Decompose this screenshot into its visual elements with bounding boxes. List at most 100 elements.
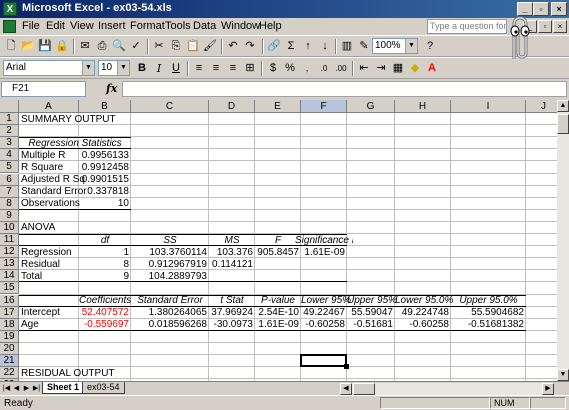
chevron-down-icon[interactable]: ▼ [82, 61, 94, 75]
cell-a13[interactable]: Residual [21, 259, 60, 271]
insert-function-icon[interactable]: fx [106, 82, 117, 95]
chevron-down-icon[interactable]: ▼ [405, 39, 417, 53]
decrease-indent-icon[interactable]: ⇤ [356, 61, 372, 76]
cell-f12[interactable]: 1.61E-09 [303, 247, 345, 259]
menu-data[interactable]: Data [193, 20, 216, 32]
font-color-icon[interactable]: A [424, 61, 440, 76]
scroll-left-icon[interactable]: ◀ [340, 383, 352, 395]
new-icon[interactable]: 🗋 [3, 39, 19, 54]
underline-icon[interactable]: U [168, 61, 184, 76]
autosum-icon[interactable]: Σ [283, 39, 299, 54]
menu-file[interactable]: File [22, 20, 40, 32]
cell-b17[interactable]: 52.407572 [81, 307, 129, 319]
print-preview-icon[interactable]: 🔍 [111, 39, 127, 54]
save-icon[interactable]: 💾 [37, 39, 53, 54]
cell-b5[interactable]: 0.9912458 [81, 162, 129, 174]
sort-desc-icon[interactable]: ↓ [317, 39, 333, 54]
cell-a17[interactable]: Intercept [21, 307, 60, 319]
cell-e12[interactable]: 905.8457 [257, 247, 299, 259]
bold-icon[interactable]: B [134, 61, 150, 76]
row-header-10[interactable]: 10 [0, 221, 19, 234]
ask-question-input[interactable]: Type a question for help [427, 19, 507, 34]
column-header-c[interactable]: C [131, 100, 209, 113]
menu-format[interactable]: Format [130, 20, 165, 32]
cell-h17[interactable]: 49.224748 [397, 307, 449, 319]
drawing-icon[interactable]: ✎ [356, 39, 372, 54]
cell-a22[interactable]: RESIDUAL OUTPUT [21, 368, 115, 380]
row-header-7[interactable]: 7 [0, 185, 19, 198]
column-header-e[interactable]: E [255, 100, 301, 113]
row-header-1[interactable]: 1 [0, 113, 19, 126]
row-header-13[interactable]: 13 [0, 258, 19, 271]
column-header-f[interactable]: F [301, 100, 347, 113]
workbook-icon[interactable] [3, 20, 16, 33]
align-right-icon[interactable]: ≡ [225, 61, 241, 76]
horizontal-scrollbar[interactable]: ◀ ▶ [340, 383, 554, 395]
cell-b4[interactable]: 0.9956133 [81, 150, 129, 162]
menu-window[interactable]: Window [221, 20, 260, 32]
tab-ex03-54[interactable]: ex03-54 [82, 382, 125, 394]
fill-handle[interactable] [344, 364, 349, 370]
increase-decimal-icon[interactable]: .0 [316, 61, 332, 76]
row-header-21[interactable]: 21 [0, 355, 19, 368]
hyperlink-icon[interactable]: 🔗 [266, 39, 282, 54]
doc-restore-button[interactable]: ▫ [538, 20, 552, 33]
chevron-down-icon[interactable]: ▼ [117, 61, 129, 75]
increase-indent-icon[interactable]: ⇥ [373, 61, 389, 76]
minimize-button[interactable]: _ [517, 2, 533, 16]
cell-b13[interactable]: 8 [81, 259, 129, 271]
cell-a1[interactable]: SUMMARY OUTPUT [21, 114, 116, 126]
row-header-19[interactable]: 19 [0, 330, 19, 343]
worksheet-grid[interactable]: ABCDEFGHIJ 1 2 3 4 5 6 7 8 9 10 11 12 13 14 15 16 17 18 19… [0, 100, 557, 381]
active-cell-cursor[interactable] [300, 354, 347, 368]
column-header-g[interactable]: G [347, 100, 395, 113]
cell-b6[interactable]: 0.9901515 [81, 174, 129, 186]
row-header-18[interactable]: 18 [0, 318, 19, 331]
row-header-11[interactable]: 11 [0, 234, 19, 247]
row-header-2[interactable]: 2 [0, 125, 19, 138]
first-sheet-icon[interactable]: |◀ [2, 383, 11, 394]
comma-icon[interactable]: , [299, 61, 315, 76]
prev-sheet-icon[interactable]: ◀ [12, 383, 21, 394]
cut-icon[interactable]: ✂ [151, 39, 167, 54]
row-header-4[interactable]: 4 [0, 149, 19, 162]
column-header-i[interactable]: I [451, 100, 526, 113]
cell-g17[interactable]: 55.59047 [349, 307, 393, 319]
select-all-corner[interactable] [0, 100, 19, 113]
row-header-9[interactable]: 9 [0, 209, 19, 222]
zoom-select[interactable]: 100% ▼ [372, 38, 418, 54]
cell-d13[interactable]: 0.114121 [211, 259, 253, 271]
name-box[interactable]: F21 [1, 81, 86, 97]
menu-view[interactable]: View [70, 20, 94, 32]
font-size-select[interactable]: 10 ▼ [98, 60, 130, 76]
scroll-down-icon[interactable]: ▼ [557, 369, 569, 381]
scroll-up-icon[interactable]: ▲ [557, 100, 569, 112]
redo-icon[interactable]: ↷ [242, 39, 258, 54]
italic-icon[interactable]: I [151, 61, 167, 76]
column-header-h[interactable]: H [395, 100, 451, 113]
close-button[interactable]: × [551, 2, 567, 16]
fill-color-icon[interactable]: ◆ [407, 61, 423, 76]
align-center-icon[interactable]: ≡ [208, 61, 224, 76]
next-sheet-icon[interactable]: ▶ [22, 383, 31, 394]
menu-insert[interactable]: Insert [98, 20, 126, 32]
vertical-scrollbar[interactable]: ▲ ▼ [557, 100, 569, 381]
menu-help[interactable]: Help [259, 20, 282, 32]
row-header-5[interactable]: 5 [0, 161, 19, 174]
menu-tools[interactable]: Tools [165, 20, 191, 32]
align-left-icon[interactable]: ≡ [191, 61, 207, 76]
doc-close-button[interactable]: × [553, 20, 567, 33]
format-painter-icon[interactable]: 🖌 [202, 39, 218, 54]
cell-d12[interactable]: 103.376 [211, 247, 253, 259]
cell-a7[interactable]: Standard Error [21, 186, 87, 198]
cell-b12[interactable]: 1 [81, 247, 129, 259]
cell-a6[interactable]: Adjusted R Sq [21, 174, 85, 186]
sort-asc-icon[interactable]: ↑ [300, 39, 316, 54]
cell-c17[interactable]: 1.380264065 [133, 307, 207, 319]
chart-wizard-icon[interactable]: ▥ [339, 39, 355, 54]
row-header-8[interactable]: 8 [0, 197, 19, 210]
percent-icon[interactable]: % [282, 61, 298, 76]
column-header-a[interactable]: A [19, 100, 79, 113]
last-sheet-icon[interactable]: ▶| [32, 383, 41, 394]
formula-input[interactable] [122, 81, 567, 97]
